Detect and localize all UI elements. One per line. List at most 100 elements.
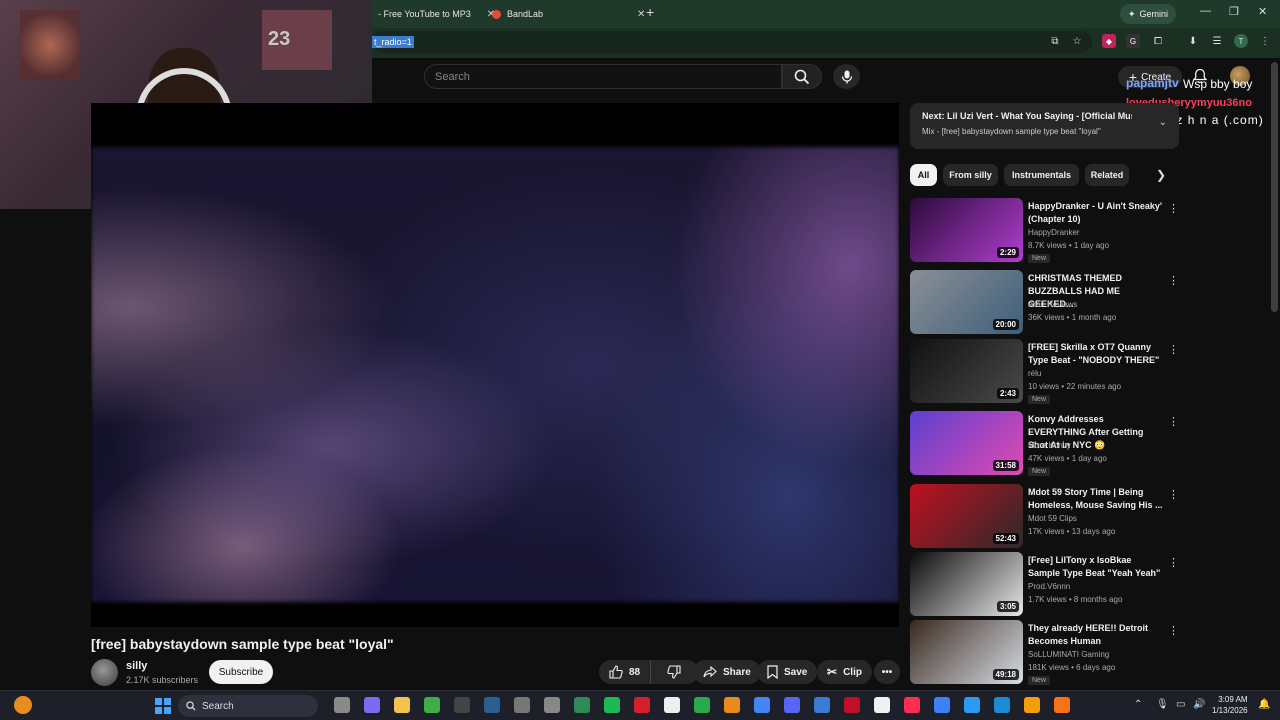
chip-from-silly[interactable]: From silly [943,164,998,186]
task-view-icon[interactable] [334,697,350,713]
shield-app-icon[interactable] [1024,697,1040,713]
discord-icon[interactable] [784,697,800,713]
extension-g-icon[interactable]: G [1126,34,1140,48]
start-button[interactable] [155,698,171,714]
recommendation-channel[interactable]: rélu [1028,369,1041,378]
close-tab-icon[interactable]: ✕ [637,9,645,20]
edge-icon[interactable] [994,697,1010,713]
volume-icon[interactable]: 🔊 [1193,699,1205,710]
system-clock[interactable]: 3:09 AM 1/13/2026 [1212,694,1248,716]
recommendation-channel[interactable]: Prod.V6nnn [1028,582,1070,591]
tab-bandlab[interactable]: BandLab ✕ [492,4,645,24]
extension-shield-icon[interactable]: ◆ [1102,34,1116,48]
close-window-icon[interactable]: ✕ [1258,5,1267,18]
dislike-button[interactable] [657,660,691,684]
share-button[interactable]: Share [693,660,761,684]
spotify-icon[interactable] [604,697,620,713]
playlist-icon[interactable]: ☰ [1210,34,1224,48]
recommendation-channel[interactable]: Aron Reviews [1028,300,1077,309]
restore-icon[interactable]: ❐ [1229,5,1239,18]
recommendation-item[interactable]: 2:43 [FREE] Skrilla x OT7 Quanny Type Bea… [910,339,1179,404]
search-button[interactable] [782,64,822,89]
recommendation-item[interactable]: 49:18 They already HERE!! Detroit Becomes… [910,620,1179,685]
search-input[interactable]: Search [424,64,782,89]
settings-icon[interactable] [514,697,530,713]
recommendation-title[interactable]: Mdot 59 Story Time | Being Homeless, Mou… [1028,486,1164,512]
microphone-icon[interactable]: 🎙 [1156,699,1169,710]
minimize-icon[interactable]: — [1200,5,1211,17]
copilot-icon[interactable] [364,697,380,713]
chip-instrumentals[interactable]: Instrumentals [1004,164,1079,186]
chrome-icon[interactable] [574,697,590,713]
chip-related[interactable]: Related [1085,164,1129,186]
network-icon[interactable]: ▭ [1176,699,1185,710]
clip-button[interactable]: ✂ Clip [817,660,872,684]
more-vertical-icon[interactable]: ⋮ [1168,343,1179,356]
chevron-right-icon[interactable]: ❯ [1156,168,1166,182]
recommendation-channel[interactable]: More Konvy [1028,441,1071,450]
extensions-puzzle-icon[interactable]: ⧠ [1151,34,1165,48]
recommendation-channel[interactable]: Mdot 59 Clips [1028,514,1077,523]
bookmark-star-icon[interactable]: ☆ [1070,34,1084,48]
menu-dots-icon[interactable]: ⋮ [1258,34,1272,48]
video-thumbnail[interactable]: 20:00 [910,270,1023,334]
more-vertical-icon[interactable]: ⋮ [1168,624,1179,637]
channel-name[interactable]: silly [126,660,147,672]
video-thumbnail[interactable]: 49:18 [910,620,1023,684]
notification-bell-icon[interactable]: 🔔 [1258,699,1270,710]
like-button[interactable]: 88 [599,660,652,684]
steam-icon[interactable] [484,697,500,713]
voice-search-button[interactable] [833,64,860,89]
up-next-card[interactable]: Next: Lil Uzi Vert - What You Saying - [… [910,103,1179,149]
recommendation-item[interactable]: 52:43 Mdot 59 Story Time | Being Homeless… [910,484,1179,548]
chrome-profile-icon[interactable] [754,697,770,713]
more-vertical-icon[interactable]: ⋮ [1168,202,1179,215]
tab-youtube-mp3[interactable]: - Free YouTube to MP3 ✕ [378,4,495,24]
tiktok-icon[interactable] [904,697,920,713]
capcut-icon[interactable] [664,697,680,713]
capcut-dark-icon[interactable] [874,697,890,713]
obs-icon[interactable] [724,697,740,713]
more-actions-button[interactable]: ••• [874,660,900,684]
vscode-icon[interactable] [814,697,830,713]
save-button[interactable]: Save [757,660,818,684]
terminal-icon[interactable] [454,697,470,713]
chevron-up-icon[interactable]: ⌃ [1134,699,1142,710]
red-app-icon[interactable] [844,697,860,713]
recommendation-channel[interactable]: HappyDranker [1028,228,1080,237]
new-tab-button[interactable]: + [646,4,654,20]
chip-all[interactable]: All [910,164,937,186]
xbox-icon[interactable] [424,697,440,713]
profile-icon[interactable]: T [1234,34,1248,48]
scrollbar[interactable] [1271,62,1278,312]
gear-icon[interactable] [544,697,560,713]
video-player[interactable] [91,103,899,627]
more-vertical-icon[interactable]: ⋮ [1168,488,1179,501]
snip-icon[interactable] [964,697,980,713]
chevron-down-icon[interactable]: ⌄ [1159,117,1167,128]
recommendation-item[interactable]: 20:00 CHRISTMAS THEMED BUZZBALLS HAD ME G… [910,270,1179,334]
more-vertical-icon[interactable]: ⋮ [1168,274,1179,287]
recommendation-title[interactable]: HappyDranker - U Ain't Sneaky' (Chapter … [1028,200,1164,226]
video-thumbnail[interactable]: 2:43 [910,339,1023,403]
video-thumbnail[interactable]: 31:58 [910,411,1023,475]
notification-app-icon[interactable] [1054,697,1070,713]
video-thumbnail[interactable]: 3:05 [910,552,1023,616]
video-thumbnail[interactable]: 2:29 [910,198,1023,262]
video-thumbnail[interactable]: 52:43 [910,484,1023,548]
address-bar[interactable] [372,31,1092,53]
recommendation-item[interactable]: 31:58 Konvy Addresses EVERYTHING After Ge… [910,411,1179,476]
video-frame[interactable] [91,147,899,602]
recommendation-title[interactable]: [Free] LilTony x IsoBkae Sample Type Bea… [1028,554,1164,580]
opera-icon[interactable] [634,697,650,713]
url-text[interactable]: t_radio=1 [372,36,414,48]
weather-icon[interactable] [14,696,32,714]
channel-avatar[interactable] [91,659,118,686]
file-explorer-icon[interactable] [394,697,410,713]
app2-icon[interactable] [934,697,950,713]
gemini-button[interactable]: ✦ Gemini [1120,4,1176,24]
recommendation-item[interactable]: 2:29 HappyDranker - U Ain't Sneaky' (Chap… [910,198,1179,263]
recommendation-item[interactable]: 3:05 [Free] LilTony x IsoBkae Sample Type… [910,552,1179,616]
download-icon[interactable]: ⬇ [1186,34,1200,48]
app-icon[interactable] [694,697,710,713]
